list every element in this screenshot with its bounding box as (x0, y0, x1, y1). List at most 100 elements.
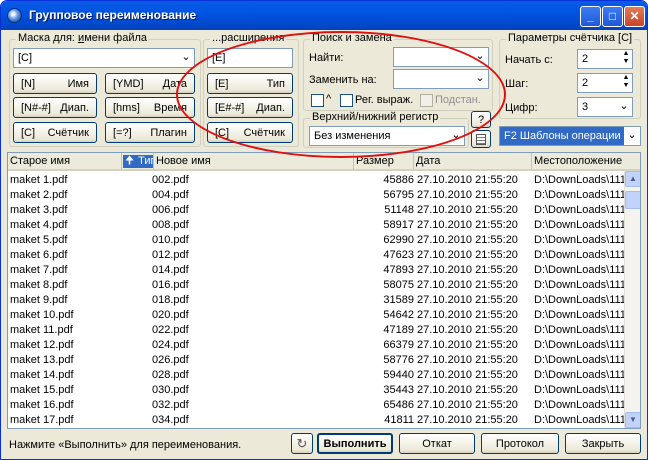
extension-group-legend: ...расширения (210, 32, 287, 44)
extension-input[interactable]: [E] (207, 48, 293, 68)
button-label: Имя (67, 77, 89, 90)
table-row[interactable]: maket 12.pdf 024.pdf 66379 27.10.2010 21:55… (8, 338, 624, 353)
cell-date: 27.10.2010 21:55:20 (417, 324, 518, 336)
counter-start-input[interactable]: 2 ▲ ▼ (577, 49, 633, 69)
case-caret-label: ^ (326, 93, 332, 105)
file-list[interactable]: Старое имя 🠉Тип Новое имя Размер Дата Ме… (7, 152, 641, 429)
button-label: Счётчик (47, 126, 89, 139)
table-row[interactable]: maket 7.pdf 014.pdf 47893 27.10.2010 21:55:… (8, 263, 624, 278)
cell-new-name: 002.pdf (152, 174, 189, 186)
button-label: Счётчик (243, 126, 285, 139)
table-row[interactable]: maket 15.pdf 030.pdf 35443 27.10.2010 21:55… (8, 383, 624, 398)
table-row[interactable]: maket 3.pdf 006.pdf 51148 27.10.2010 21:55:… (8, 203, 624, 218)
counter-digits-select[interactable]: 3 ⌄ (577, 97, 633, 117)
table-row[interactable]: maket 17.pdf 034.pdf 41811 27.10.2010 21:55… (8, 413, 624, 428)
minimize-button[interactable]: _ (580, 6, 601, 27)
table-row[interactable]: maket 9.pdf 018.pdf 31589 27.10.2010 21:55:… (8, 293, 624, 308)
table-row[interactable]: maket 5.pdf 010.pdf 62990 27.10.2010 21:55:… (8, 233, 624, 248)
cell-size: 31589 (383, 294, 414, 306)
chevron-down-icon[interactable]: ⌄ (448, 127, 464, 145)
mask-input[interactable]: [C] ⌄ (13, 48, 195, 68)
maximize-button[interactable]: □ (602, 6, 623, 27)
cell-new-name: 008.pdf (152, 219, 189, 231)
cell-new-name: 018.pdf (152, 294, 189, 306)
close-button[interactable]: Закрыть (565, 433, 641, 454)
table-row[interactable]: maket 16.pdf 032.pdf 65486 27.10.2010 21:55… (8, 398, 624, 413)
templates-dropdown[interactable]: F2 Шаблоны операции ⌄ (499, 126, 641, 146)
chevron-down-icon[interactable]: ⌄ (624, 127, 640, 145)
ext-type-button[interactable]: [E] Тип (207, 73, 293, 94)
case-select[interactable]: Без изменения ⌄ (309, 126, 465, 146)
cell-old-name: maket 10.pdf (10, 309, 74, 321)
close-window-button[interactable]: ✕ (624, 6, 645, 27)
scroll-down-icon[interactable]: ▼ (625, 412, 640, 428)
chevron-down-icon[interactable]: ⌄ (472, 70, 488, 88)
counter-step-input[interactable]: 2 ▲ ▼ (577, 73, 633, 93)
spinner-arrows-icon[interactable]: ▲ ▼ (620, 50, 632, 68)
cell-new-name: 024.pdf (152, 339, 189, 351)
button-label: Дата (162, 77, 187, 90)
subst-checkbox[interactable] (420, 94, 433, 107)
table-row[interactable]: maket 8.pdf 016.pdf 58075 27.10.2010 21:55:… (8, 278, 624, 293)
table-row[interactable]: maket 14.pdf 028.pdf 59440 27.10.2010 21:55… (8, 368, 624, 383)
table-row[interactable]: maket 1.pdf 002.pdf 45886 27.10.2010 21:55:… (8, 173, 624, 188)
cell-old-name: maket 16.pdf (10, 399, 74, 411)
mask-plugin-button[interactable]: [=?] Плагин (105, 122, 195, 143)
cell-old-name: maket 8.pdf (10, 279, 68, 291)
run-button[interactable]: Выполнить (317, 433, 393, 454)
cell-date: 27.10.2010 21:55:20 (417, 309, 518, 321)
col-type[interactable]: 🠉Тип (122, 153, 154, 170)
replace-input[interactable]: ⌄ (393, 69, 489, 89)
table-row[interactable]: maket 2.pdf 004.pdf 56795 27.10.2010 21:55:… (8, 188, 624, 203)
title-bar[interactable]: Групповое переименование _ □ ✕ (1, 1, 647, 30)
col-new-name[interactable]: Новое имя (154, 153, 354, 170)
cell-location: D:\DownLoads\111 (534, 294, 624, 306)
chevron-down-icon[interactable]: ⌄ (178, 49, 194, 67)
cell-location: D:\DownLoads\111 (534, 189, 624, 201)
table-row[interactable]: maket 11.pdf 022.pdf 47189 27.10.2010 21:55… (8, 323, 624, 338)
table-row[interactable]: maket 10.pdf 020.pdf 54642 27.10.2010 21:55… (8, 308, 624, 323)
col-old-name[interactable]: Старое имя (8, 153, 122, 170)
mask-counter-button[interactable]: [C] Счётчик (13, 122, 97, 143)
regex-checkbox[interactable] (340, 94, 353, 107)
cell-new-name: 022.pdf (152, 324, 189, 336)
table-row[interactable]: maket 4.pdf 008.pdf 58917 27.10.2010 21:55:… (8, 218, 624, 233)
mask-time-button[interactable]: [hms] Время (105, 97, 195, 118)
edit-names-button[interactable] (471, 130, 491, 148)
undo-button[interactable]: Откат (399, 433, 475, 454)
chevron-down-icon[interactable]: ⌄ (616, 98, 632, 116)
scroll-up-icon[interactable]: ▲ (625, 171, 640, 187)
refresh-button[interactable]: ↻ (291, 433, 313, 454)
regex-label: Рег. выраж. (355, 94, 414, 106)
ext-range-button[interactable]: [E#-#] Диап. (207, 97, 293, 118)
table-row[interactable]: maket 6.pdf 012.pdf 47623 27.10.2010 21:55:… (8, 248, 624, 263)
cell-date: 27.10.2010 21:55:20 (417, 189, 518, 201)
cell-size: 58075 (383, 279, 414, 291)
help-button[interactable]: ? (471, 111, 491, 128)
cell-size: 45886 (383, 174, 414, 186)
log-button[interactable]: Протокол (481, 433, 559, 454)
ext-counter-button[interactable]: [C] Счётчик (207, 122, 293, 143)
chevron-down-icon[interactable]: ⌄ (472, 48, 488, 66)
cell-date: 27.10.2010 21:55:20 (417, 219, 518, 231)
search-group-legend: Поиск и замена (310, 32, 394, 44)
rename-dialog: Групповое переименование _ □ ✕ Маска для… (0, 0, 648, 460)
subst-label: Подстан. (435, 94, 481, 106)
col-size[interactable]: Размер (354, 153, 414, 170)
scroll-thumb[interactable] (625, 191, 640, 209)
table-row[interactable]: maket 13.pdf 026.pdf 58776 27.10.2010 21:55… (8, 353, 624, 368)
case-caret-checkbox[interactable] (311, 94, 324, 107)
mask-name-button[interactable]: [N] Имя (13, 73, 97, 94)
col-location[interactable]: Местоположение (532, 153, 640, 170)
col-date[interactable]: Дата (414, 153, 532, 170)
find-input[interactable]: ⌄ (393, 47, 489, 67)
vertical-scrollbar[interactable]: ▲ ▼ (624, 171, 640, 428)
cell-size: 47623 (383, 249, 414, 261)
button-label: Плагин (150, 126, 187, 139)
spinner-arrows-icon[interactable]: ▲ ▼ (620, 74, 632, 92)
mask-range-button[interactable]: [N#-#] Диап. (13, 97, 97, 118)
status-text: Нажмите «Выполнить» для переименования. (9, 439, 242, 451)
cell-date: 27.10.2010 21:55:20 (417, 369, 518, 381)
mask-date-button[interactable]: [YMD] Дата (105, 73, 195, 94)
button-code: [E#-#] (215, 101, 245, 114)
